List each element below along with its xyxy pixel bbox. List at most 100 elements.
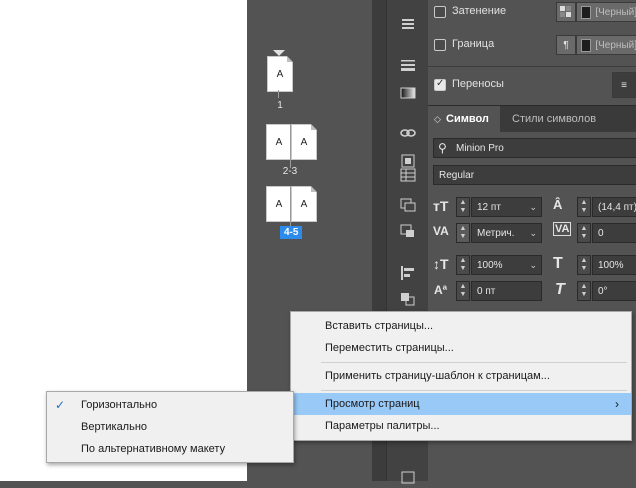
submenu-item-label: Вертикально: [81, 421, 148, 433]
horizontal-scale-icon: T: [553, 255, 563, 272]
vertical-scale-value: 100%: [477, 259, 503, 271]
page-letter: A: [275, 198, 283, 210]
menu-item-view-pages[interactable]: Просмотр страниц ›: [291, 393, 631, 415]
skew-field[interactable]: 0°: [592, 281, 636, 301]
font-size-field[interactable]: 12 пт ⌄: [471, 197, 542, 217]
chevron-down-icon[interactable]: ⌄: [529, 228, 537, 239]
align-icon[interactable]: [395, 14, 421, 36]
align-objects-icon[interactable]: [395, 262, 421, 284]
border-color-value: [Черный]: [595, 39, 636, 51]
submenu-item-alternate-layout[interactable]: По альтернативному макету: [47, 438, 293, 460]
page-label-1[interactable]: 1: [273, 100, 287, 111]
menu-item-insert-pages[interactable]: Вставить страницы...: [291, 315, 631, 337]
kerning-field[interactable]: Метрич. ⌄: [471, 223, 542, 243]
page-thumbnail-3[interactable]: A: [291, 124, 317, 160]
menu-item-apply-master[interactable]: Применить страницу-шаблон к страницам...: [291, 365, 631, 387]
font-family-value: Minion Pro: [456, 142, 504, 154]
border-color-field[interactable]: [Черный]: [576, 35, 636, 55]
chevron-down-icon[interactable]: ⌄: [529, 260, 537, 271]
border-paragraph-icon[interactable]: ¶: [556, 35, 576, 55]
horizontal-scale-stepper[interactable]: ▲ ▼: [577, 255, 591, 275]
pages-panel-menu: Вставить страницы... Переместить страниц…: [290, 311, 632, 441]
horizontal-scale-value: 100%: [598, 259, 624, 271]
shading-checkbox[interactable]: [434, 6, 446, 18]
spread-divider: [290, 124, 291, 168]
color-swatch: [581, 38, 592, 52]
page-letter: A: [275, 136, 283, 148]
font-size-value: 12 пт: [477, 201, 501, 213]
spread-divider: [278, 90, 279, 98]
font-size-icon: тT: [433, 198, 449, 214]
page-thumbnail-4[interactable]: A: [266, 186, 292, 222]
border-label: Граница: [452, 38, 495, 50]
tracking-field[interactable]: 0: [592, 223, 636, 243]
tracking-value: 0: [598, 227, 604, 239]
section-divider: [428, 66, 636, 67]
tab-character[interactable]: ◇ Символ: [428, 106, 500, 132]
submenu-item-horizontal[interactable]: ✓ Горизонтально: [47, 394, 293, 416]
submenu-item-label: Горизонтально: [81, 399, 158, 411]
font-style-value: Regular: [439, 169, 475, 181]
submenu-arrow-icon: ›: [615, 397, 619, 411]
menu-item-move-pages[interactable]: Переместить страницы...: [291, 337, 631, 359]
submenu-item-vertical[interactable]: Вертикально: [47, 416, 293, 438]
skew-stepper[interactable]: ▲ ▼: [577, 281, 591, 301]
shading-color-field[interactable]: [Черный]: [576, 2, 636, 22]
font-style-field[interactable]: Regular: [433, 165, 636, 185]
table-styles-icon[interactable]: [395, 194, 421, 216]
baseline-shift-stepper[interactable]: ▲ ▼: [456, 281, 470, 301]
menu-separator: [321, 390, 627, 391]
menu-item-label: Вставить страницы...: [325, 320, 434, 332]
links-icon[interactable]: [395, 122, 421, 144]
cell-styles-icon[interactable]: [395, 220, 421, 242]
menu-item-panel-options[interactable]: Параметры палитры...: [291, 415, 631, 437]
chevron-down-icon[interactable]: ⌄: [529, 202, 537, 213]
menu-item-label: Параметры палитры...: [325, 420, 440, 432]
pathfinder-icon[interactable]: [395, 288, 421, 310]
leading-value: (14,4 пт): [598, 201, 636, 213]
page-label-4-5[interactable]: 4-5: [280, 226, 303, 239]
tab-character-styles[interactable]: Стили символов: [512, 113, 596, 125]
collapse-chevron-icon[interactable]: ◇: [434, 114, 441, 125]
page-thumbnail-1[interactable]: A: [267, 56, 293, 92]
stroke-icon[interactable]: [395, 54, 421, 76]
search-icon: ⚲: [438, 141, 447, 155]
baseline-shift-field[interactable]: 0 пт: [471, 281, 542, 301]
leading-icon: Â: [553, 197, 563, 212]
submenu-item-label: По альтернативному макету: [81, 443, 226, 455]
menu-item-label: Применить страницу-шаблон к страницам...: [325, 370, 550, 382]
hyphenation-label: Переносы: [452, 78, 504, 90]
gradient-icon[interactable]: [395, 82, 421, 104]
vertical-scale-field[interactable]: 100% ⌄: [471, 255, 542, 275]
kerning-icon: VA: [433, 224, 449, 238]
leading-stepper[interactable]: ▲ ▼: [577, 197, 591, 217]
spread-divider: [290, 186, 291, 226]
vertical-scale-stepper[interactable]: ▲ ▼: [456, 255, 470, 275]
border-checkbox[interactable]: [434, 39, 446, 51]
page-letter: A: [300, 136, 308, 148]
baseline-shift-icon: Aª: [434, 283, 448, 297]
tracking-stepper[interactable]: ▲ ▼: [577, 223, 591, 243]
shading-swatch-grid-icon[interactable]: [556, 2, 576, 22]
font-size-stepper[interactable]: ▲ ▼: [456, 197, 470, 217]
pages-bottom-icon[interactable]: [395, 466, 421, 488]
view-pages-submenu: ✓ Горизонтально Вертикально По альтернат…: [46, 391, 294, 463]
page-thumbnail-2[interactable]: A: [266, 124, 292, 160]
leading-field[interactable]: (14,4 пт): [592, 197, 636, 217]
page-thumbnail-5[interactable]: A: [291, 186, 317, 222]
skew-value: 0°: [598, 285, 608, 297]
kerning-stepper[interactable]: ▲ ▼: [456, 223, 470, 243]
table-icon[interactable]: [395, 164, 421, 186]
menu-separator: [321, 362, 627, 363]
hyphenation-checkbox[interactable]: [434, 78, 446, 91]
shading-label: Затенение: [452, 5, 507, 17]
page-letter: A: [276, 68, 284, 80]
shading-color-value: [Черный]: [595, 6, 636, 18]
font-family-field[interactable]: ⚲ Minion Pro: [433, 138, 636, 158]
checkmark-icon: ✓: [55, 398, 66, 412]
horizontal-scale-field[interactable]: 100%: [592, 255, 636, 275]
kerning-value: Метрич.: [477, 227, 515, 239]
menu-item-label: Просмотр страниц: [325, 398, 420, 410]
page-label-2-3[interactable]: 2-3: [277, 166, 303, 177]
panel-menu-icon[interactable]: ≡: [612, 72, 636, 98]
